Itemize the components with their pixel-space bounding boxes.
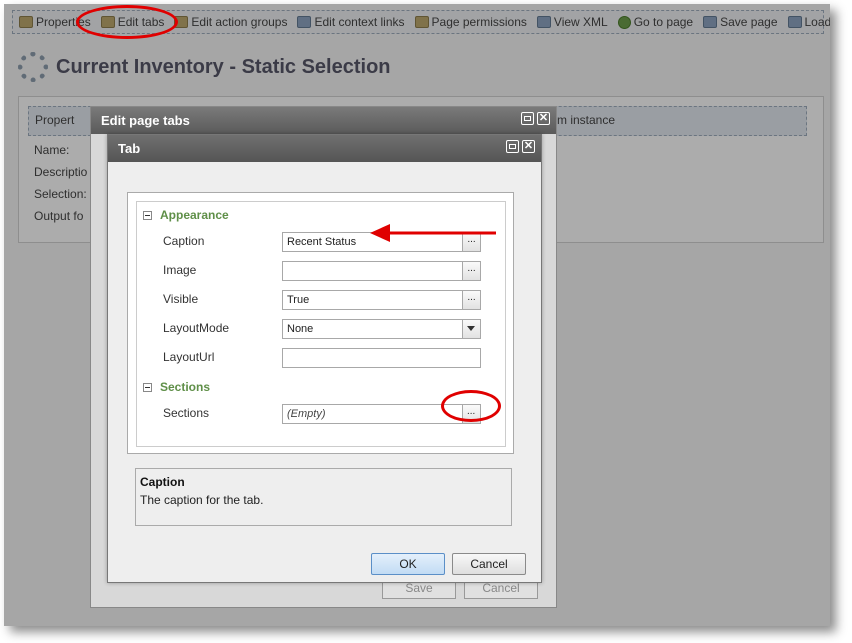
tab-dialog-title: Tab xyxy=(118,141,141,156)
close-icon[interactable]: ✕ xyxy=(522,140,535,153)
image-label: Image xyxy=(163,263,197,277)
ok-button[interactable]: OK xyxy=(371,553,445,575)
appearance-category: Appearance xyxy=(143,208,229,222)
cancel-button[interactable]: Cancel xyxy=(452,553,526,575)
visible-ellipsis-button[interactable]: ... xyxy=(462,291,480,309)
visible-value: True xyxy=(287,294,310,306)
sections-value: (Empty) xyxy=(287,408,326,420)
description-title: Caption xyxy=(140,475,185,489)
caption-arrow-icon xyxy=(370,224,496,242)
edit-page-tabs-title: Edit page tabs xyxy=(101,113,190,128)
caption-label: Caption xyxy=(163,234,205,248)
layout-mode-select[interactable]: None xyxy=(282,319,481,339)
tab-dialog: Tab ✕ Appearance Caption Recent Status .… xyxy=(107,134,542,583)
chevron-down-icon[interactable] xyxy=(462,320,480,338)
layout-mode-value: None xyxy=(287,323,314,335)
sections-label: Sections xyxy=(163,406,210,420)
edit-tabs-callout xyxy=(76,5,178,39)
tab-dialog-titlebar: Tab ✕ xyxy=(108,135,541,162)
image-field[interactable]: ... xyxy=(282,261,481,281)
caption-value: Recent Status xyxy=(287,236,357,248)
appearance-category-label: Appearance xyxy=(160,208,229,222)
layout-url-label: LayoutUrl xyxy=(163,350,215,364)
minimize-icon[interactable] xyxy=(506,140,519,153)
layout-url-field[interactable] xyxy=(282,348,481,368)
sections-category: Sections xyxy=(143,380,210,394)
minimize-icon[interactable] xyxy=(521,112,534,125)
sections-callout xyxy=(441,390,501,422)
collapse-icon[interactable] xyxy=(143,210,152,220)
collapse-icon[interactable] xyxy=(143,382,152,392)
close-icon[interactable]: ✕ xyxy=(537,112,550,125)
app-window: Properties Edit tabs Edit action groups … xyxy=(4,4,830,626)
sections-category-label: Sections xyxy=(160,380,211,394)
visible-label: Visible xyxy=(163,292,199,306)
image-ellipsis-button[interactable]: ... xyxy=(462,262,480,280)
property-description-panel: Caption The caption for the tab. xyxy=(135,468,512,526)
edit-page-tabs-titlebar: Edit page tabs ✕ xyxy=(91,107,556,134)
description-text: The caption for the tab. xyxy=(140,493,264,507)
layout-mode-label: LayoutMode xyxy=(163,321,230,335)
visible-field[interactable]: True ... xyxy=(282,290,481,310)
